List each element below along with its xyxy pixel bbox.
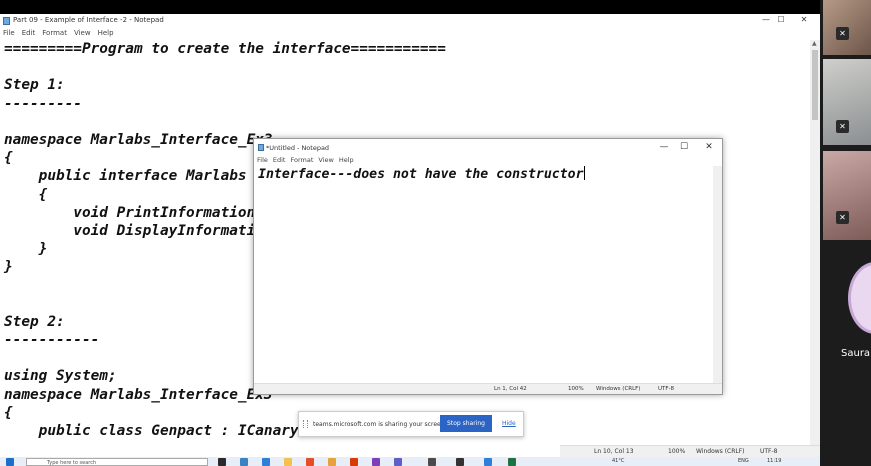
main-title-bar: Part 09 - Example of Interface -2 - Note… xyxy=(0,14,820,28)
notepad-icon xyxy=(258,144,264,151)
edge-icon[interactable] xyxy=(262,458,270,466)
teams-icon[interactable] xyxy=(394,458,402,466)
menu-help[interactable]: Help xyxy=(98,29,114,37)
main-status-bar: Ln 10, Col 13 100% Windows (CRLF) UTF-8 xyxy=(560,445,820,457)
menu-format[interactable]: Format xyxy=(290,156,313,164)
terminal-icon[interactable] xyxy=(456,458,464,466)
visual-studio-icon[interactable] xyxy=(372,458,380,466)
participant-tile[interactable]: ✕ xyxy=(823,151,871,240)
scrollbar-thumb[interactable] xyxy=(812,50,818,120)
maximize-button[interactable]: ☐ xyxy=(678,142,690,152)
hide-link[interactable]: Hide xyxy=(502,420,516,427)
chrome-icon[interactable] xyxy=(306,458,314,466)
taskbar: Type here to search 41°C ENG 11:19 xyxy=(0,457,871,466)
language-indicator[interactable]: ENG xyxy=(738,458,749,464)
minimize-button[interactable]: — xyxy=(760,15,772,24)
mic-muted-icon: ✕ xyxy=(836,120,849,133)
untitled-notepad-window: *Untitled - Notepad — ☐ ✕ File Edit Format… xyxy=(253,138,723,395)
vertical-scrollbar[interactable]: ▲ ▼ xyxy=(810,40,820,457)
drag-handle-icon[interactable] xyxy=(303,420,308,428)
menu-edit[interactable]: Edit xyxy=(22,29,36,37)
scroll-up-icon[interactable]: ▲ xyxy=(812,40,817,47)
zoom-level: 100% xyxy=(668,448,686,455)
menu-view[interactable]: View xyxy=(74,29,91,37)
mic-muted-icon: ✕ xyxy=(836,27,849,40)
vscode-icon[interactable] xyxy=(484,458,492,466)
untitled-status-bar: Ln 1, Col 42 100% Windows (CRLF) UTF-8 xyxy=(254,383,722,394)
cursor-position: Ln 10, Col 13 xyxy=(594,448,634,455)
main-menu-bar: File Edit Format View Help xyxy=(0,29,118,39)
untitled-vertical-scrollbar[interactable] xyxy=(713,166,722,384)
menu-help[interactable]: Help xyxy=(339,156,354,164)
zoom-level: 100% xyxy=(568,386,584,392)
untitled-title-bar: *Untitled - Notepad — ☐ ✕ xyxy=(254,139,722,155)
avatar xyxy=(848,262,871,334)
excel-icon[interactable] xyxy=(508,458,516,466)
line-ending: Windows (CRLF) xyxy=(696,448,745,455)
store-icon[interactable] xyxy=(328,458,336,466)
menu-edit[interactable]: Edit xyxy=(273,156,286,164)
notepad-taskbar-icon[interactable] xyxy=(428,458,436,466)
cursor-position: Ln 1, Col 42 xyxy=(494,386,527,392)
file-explorer-icon[interactable] xyxy=(284,458,292,466)
line-ending: Windows (CRLF) xyxy=(596,386,641,392)
maximize-button[interactable]: ☐ xyxy=(775,15,787,24)
screen-sharing-bar: teams.microsoft.com is sharing your scre… xyxy=(298,411,524,437)
participant-tile[interactable]: ✕ xyxy=(823,59,871,145)
code-line: Step 1: xyxy=(4,77,65,94)
close-button[interactable]: ✕ xyxy=(798,15,810,24)
stop-sharing-button[interactable]: Stop sharing xyxy=(440,415,492,432)
code-line: =========Program to create the interface… xyxy=(4,41,446,57)
participants-panel: ✕ ✕ ✕ Saura xyxy=(820,0,871,466)
clock[interactable]: 11:19 xyxy=(767,458,781,464)
menu-format[interactable]: Format xyxy=(42,29,67,37)
search-placeholder: Type here to search xyxy=(47,460,97,466)
encoding: UTF-8 xyxy=(658,386,675,392)
notepad-icon xyxy=(3,17,10,25)
widgets-icon[interactable] xyxy=(240,458,248,466)
untitled-menu-bar: File Edit Format View Help xyxy=(257,156,359,164)
encoding: UTF-8 xyxy=(760,448,778,455)
top-strip xyxy=(0,0,871,14)
taskbar-search-box[interactable]: Type here to search xyxy=(26,458,208,466)
sharing-message: teams.microsoft.com is sharing your scre… xyxy=(313,421,447,428)
code-line: --------- xyxy=(4,95,82,112)
untitled-text: Interface---does not have the constructo… xyxy=(258,167,584,182)
minimize-button[interactable]: — xyxy=(658,142,670,152)
text-caret xyxy=(583,166,585,180)
task-view-icon[interactable] xyxy=(218,458,226,466)
close-button[interactable]: ✕ xyxy=(703,142,715,152)
menu-file[interactable]: File xyxy=(3,29,15,37)
temperature: 41°C xyxy=(612,458,625,464)
untitled-window-title: *Untitled - Notepad xyxy=(266,144,330,152)
participant-name: Saura xyxy=(841,348,871,359)
menu-view[interactable]: View xyxy=(318,156,333,164)
powerpoint-icon[interactable] xyxy=(350,458,358,466)
main-window-title: Part 09 - Example of Interface -2 - Note… xyxy=(13,16,164,24)
participant-tile[interactable]: ✕ xyxy=(823,0,871,55)
menu-file[interactable]: File xyxy=(257,156,268,164)
untitled-text-editor[interactable]: Interface---does not have the constructo… xyxy=(258,166,712,379)
start-icon[interactable] xyxy=(6,458,14,466)
mic-muted-icon: ✕ xyxy=(836,211,849,224)
